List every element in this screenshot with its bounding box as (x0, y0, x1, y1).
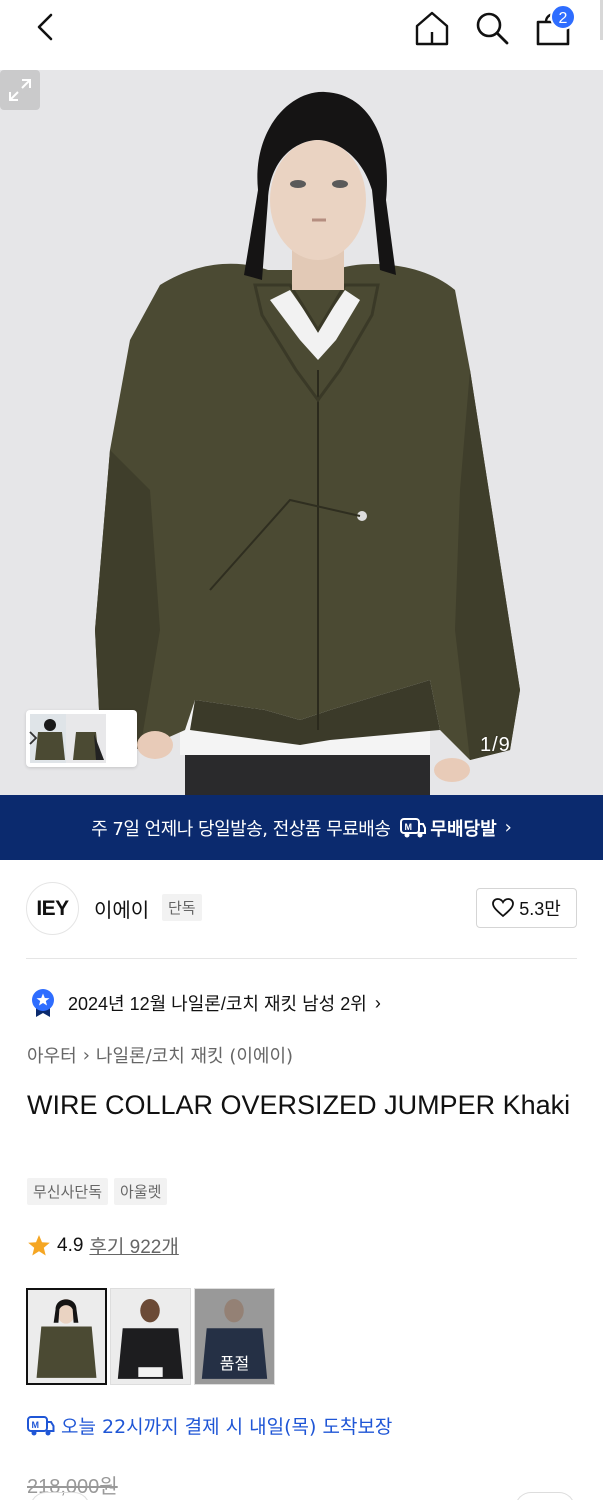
variant-navy[interactable]: 품절 (194, 1288, 275, 1385)
color-variant-selector: 품절 (26, 1288, 278, 1385)
variant-khaki[interactable] (26, 1288, 107, 1385)
star-icon (28, 1235, 50, 1256)
gallery-page-counter: 1/9 (480, 734, 511, 756)
search-icon[interactable] (472, 8, 512, 48)
shipping-logo: M 무배당발 (400, 815, 497, 841)
variant-black[interactable] (110, 1288, 191, 1385)
ranking-link[interactable]: 2024년 12월 나일론/코치 재킷 남성 2위 › (30, 988, 381, 1018)
delivery-truck-icon: M (27, 1415, 55, 1435)
thumbnail-back[interactable] (66, 714, 106, 763)
brand-exclusive-badge: 단독 (162, 894, 202, 921)
review-count-link[interactable]: 후기 922개 (89, 1232, 178, 1259)
tag-musinsa-exclusive: 무신사단독 (27, 1178, 109, 1205)
svg-text:M: M (405, 822, 413, 832)
variant-khaki-image (28, 1290, 105, 1383)
ranking-medal-icon (32, 989, 54, 1017)
delivery-text: 오늘 22시까지 결제 시 내일(목) 도착보장 (61, 1416, 393, 1438)
variant-black-image (111, 1289, 190, 1384)
rating-row: 4.9 후기 922개 (27, 1232, 179, 1259)
free-shipping-banner[interactable]: 주 7일 언제나 당일발송, 전상품 무료배송 M 무배당발 › (0, 795, 603, 860)
brand-row: IEY 이에이 단독 5.3만 (26, 880, 577, 938)
home-icon[interactable] (412, 8, 452, 48)
tag-outlet: 아울렛 (114, 1178, 168, 1205)
model-photo (0, 70, 603, 795)
brand-name[interactable]: 이에이 (94, 894, 149, 923)
svg-text:M: M (32, 1420, 40, 1430)
sold-out-label: 품절 (219, 1354, 250, 1373)
product-title: WIRE COLLAR OVERSIZED JUMPER Khaki (27, 1090, 571, 1120)
breadcrumb-category[interactable]: 아우터 (27, 1042, 77, 1068)
product-tags: 무신사단독 아울렛 (27, 1178, 173, 1205)
chevron-right-icon: › (504, 817, 512, 838)
expand-icon[interactable] (0, 70, 40, 110)
section-divider (26, 958, 577, 959)
breadcrumb-separator: › (82, 1044, 90, 1066)
heart-icon (492, 898, 515, 918)
like-button[interactable]: 5.3만 (476, 888, 577, 928)
breadcrumb-subcategory[interactable]: 나일론/코치 재킷 (이에이) (96, 1042, 293, 1068)
back-arrow-icon[interactable] (30, 10, 64, 44)
delivery-truck-icon: M (400, 817, 427, 837)
product-main-image[interactable]: 1/9 (0, 70, 603, 795)
partial-button-left (30, 1492, 90, 1500)
rating-score: 4.9 (57, 1234, 84, 1256)
brand-logo[interactable]: IEY (26, 882, 79, 935)
sold-out-overlay: 품절 (195, 1289, 274, 1384)
chevron-right-icon: › (374, 992, 381, 1013)
ranking-text: 2024년 12월 나일론/코치 재킷 남성 2위 (68, 994, 367, 1014)
breadcrumb: 아우터 › 나일론/코치 재킷 (이에이) (27, 1042, 293, 1068)
cart-count-badge: 2 (550, 4, 576, 30)
shipping-logo-label: 무배당발 (430, 818, 497, 840)
like-count: 5.3만 (519, 899, 561, 919)
delivery-guarantee[interactable]: M 오늘 22시까지 결제 시 내일(목) 도착보장 (27, 1412, 392, 1439)
partial-button-right (515, 1492, 575, 1500)
gallery-thumbnail-strip[interactable] (26, 710, 137, 767)
shipping-banner-text: 주 7일 언제나 당일발송, 전상품 무료배송 (91, 818, 391, 840)
chevron-right-icon (29, 731, 38, 745)
top-navigation-bar: 2 (0, 0, 603, 70)
